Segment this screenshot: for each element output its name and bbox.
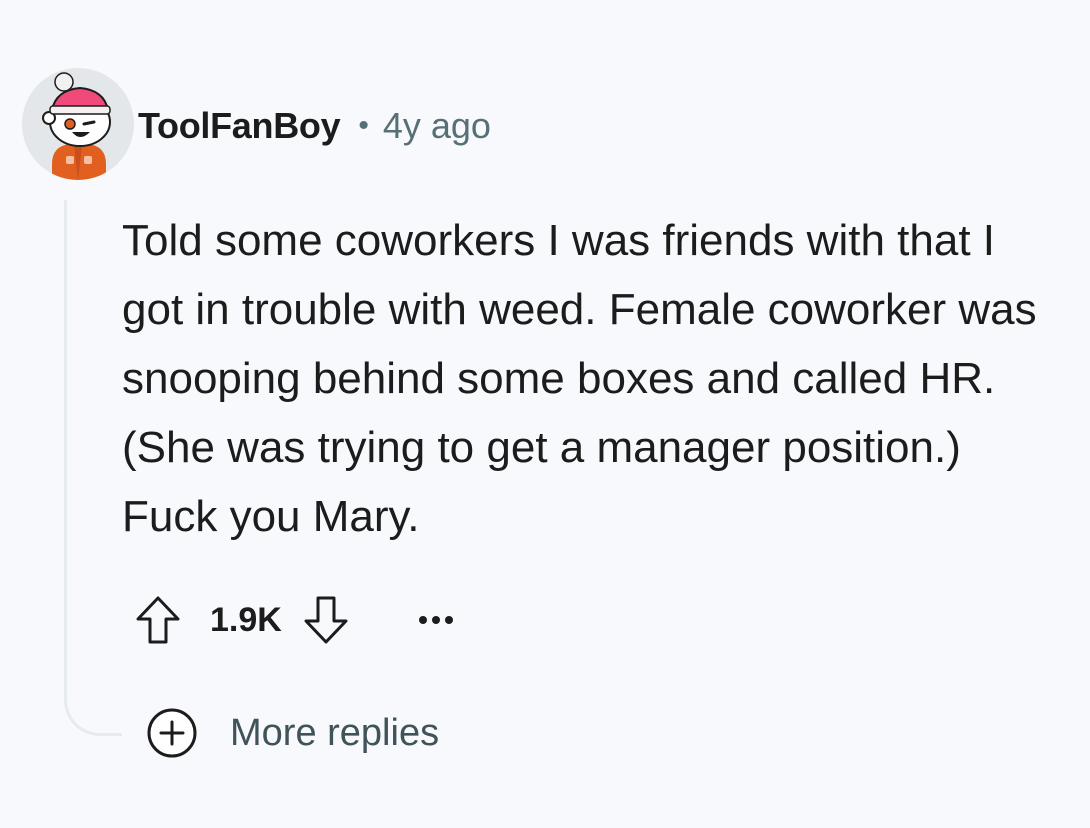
more-replies-label: More replies: [230, 711, 440, 754]
comment-card: ToolFanBoy • 4y ago Told some coworkers …: [0, 0, 1090, 828]
ellipsis-icon: [418, 616, 453, 624]
plus-circle-icon: [147, 708, 197, 758]
comment-actions: 1.9K: [132, 592, 458, 648]
overflow-menu-button[interactable]: [414, 598, 458, 642]
downvote-button[interactable]: [300, 594, 352, 646]
upvote-arrow-icon: [136, 596, 180, 644]
snoo-avatar-icon[interactable]: [22, 68, 134, 180]
comment-header: ToolFanBoy • 4y ago: [138, 102, 491, 150]
downvote-arrow-icon: [304, 596, 348, 644]
more-replies-button[interactable]: More replies: [146, 706, 439, 760]
meta-separator: •: [358, 109, 369, 142]
upvote-button[interactable]: [132, 594, 184, 646]
comment-body: Told some coworkers I was friends with t…: [122, 216, 1037, 541]
comment-timestamp[interactable]: 4y ago: [383, 105, 491, 147]
vote-score: 1.9K: [210, 600, 282, 639]
author-username[interactable]: ToolFanBoy: [138, 105, 341, 147]
thread-line[interactable]: [64, 200, 122, 736]
